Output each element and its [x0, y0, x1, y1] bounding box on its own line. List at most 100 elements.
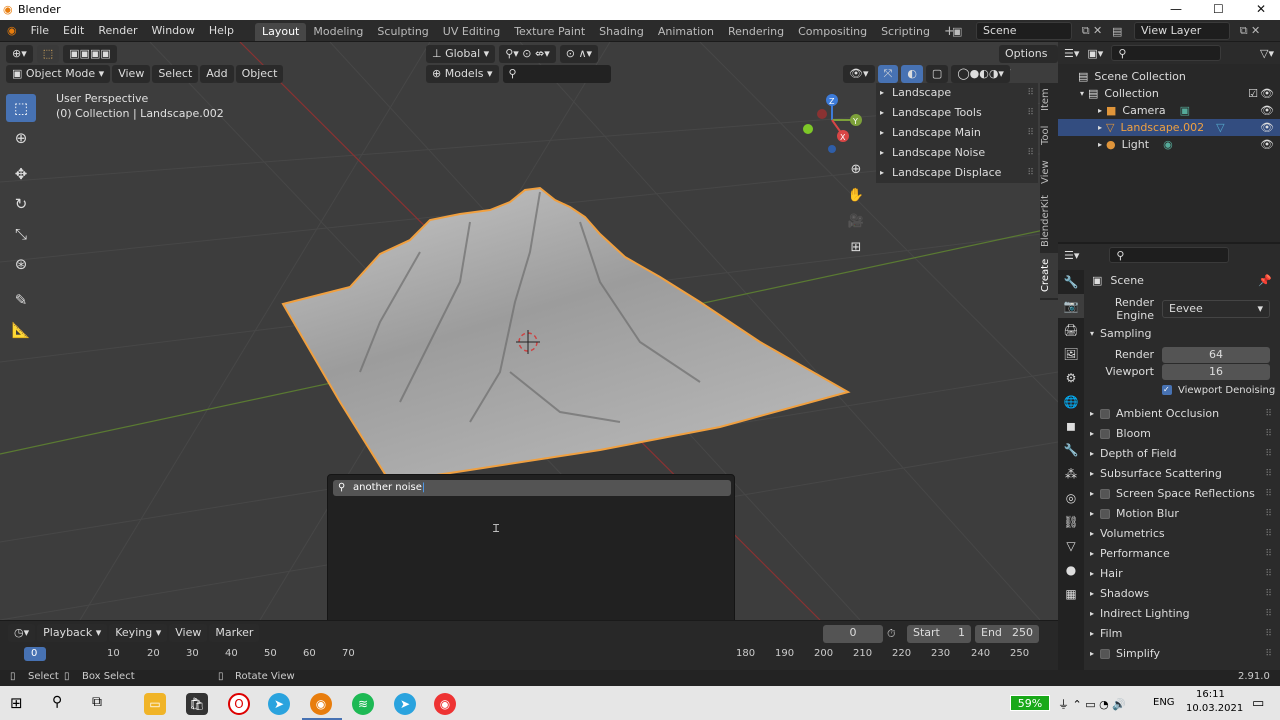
- filter-icon[interactable]: ▽▾: [1260, 47, 1274, 60]
- drag-handle-icon[interactable]: ⠿: [1027, 143, 1034, 163]
- telegram-icon[interactable]: ➤: [268, 693, 290, 715]
- render-props-icon[interactable]: 📷: [1058, 294, 1084, 318]
- blender-menu-icon[interactable]: ◉: [0, 20, 24, 42]
- eye-icon[interactable]: 👁: [1260, 85, 1274, 102]
- scene-copy-icon[interactable]: ⧉ ✕: [1072, 24, 1112, 38]
- store-icon[interactable]: 🛍: [186, 693, 208, 715]
- physics-props-icon[interactable]: ◎: [1058, 486, 1084, 510]
- cursor-tool-icon[interactable]: ⊕: [6, 124, 36, 152]
- drag-handle-icon[interactable]: ⠿: [1027, 123, 1034, 143]
- menu-view[interactable]: View: [112, 65, 151, 83]
- camera-view-icon[interactable]: 🎥: [845, 214, 867, 240]
- section-sampling[interactable]: ▾ Sampling: [1084, 324, 1280, 344]
- end-frame-field[interactable]: End 250: [975, 625, 1039, 643]
- select-mode-icons[interactable]: ▣▣▣▣: [63, 45, 117, 63]
- rotate-tool-icon[interactable]: ↻: [6, 190, 36, 218]
- stopwatch-icon[interactable]: ⏱: [887, 627, 903, 641]
- panel-landscape-noise[interactable]: ▸ Landscape Noise ⠿: [876, 143, 1038, 163]
- drag-handle-icon[interactable]: ⠿: [1265, 644, 1272, 664]
- overlay-toggle-icon[interactable]: ◐: [901, 65, 923, 83]
- marker-menu[interactable]: Marker: [209, 624, 260, 642]
- render-samples-field[interactable]: 64: [1162, 346, 1270, 363]
- blender-taskbar-icon[interactable]: ◉: [310, 693, 332, 715]
- drag-handle-icon[interactable]: ⠿: [1265, 504, 1272, 524]
- drag-handle-icon[interactable]: ⠿: [1265, 604, 1272, 624]
- maximize-icon[interactable]: ☐: [1213, 2, 1224, 16]
- eye-icon[interactable]: 👁: [1260, 136, 1274, 153]
- collapse-arrow-icon[interactable]: ▾: [1080, 85, 1084, 102]
- close-icon[interactable]: ✕: [1256, 2, 1266, 16]
- section-subsurface-scattering[interactable]: ▸ Subsurface Scattering ⠿: [1084, 464, 1280, 484]
- drag-handle-icon[interactable]: ⠿: [1265, 624, 1272, 644]
- xray-icon[interactable]: ▢: [925, 65, 949, 83]
- drag-handle-icon[interactable]: ⠿: [1265, 484, 1272, 504]
- language-indicator[interactable]: ENG: [1153, 697, 1175, 708]
- spotify-icon[interactable]: ≋: [352, 693, 374, 715]
- section-volumetrics[interactable]: ▸ Volumetrics ⠿: [1084, 524, 1280, 544]
- proportional-edit-icon[interactable]: ⊙ ∧▾: [559, 45, 599, 63]
- checkbox-icon[interactable]: [1100, 409, 1111, 419]
- section-depth-of-field[interactable]: ▸ Depth of Field ⠿: [1084, 444, 1280, 464]
- view-layer-icon[interactable]: ▤: [1112, 25, 1134, 38]
- menu-add[interactable]: Add: [200, 65, 234, 83]
- select-box-tool-icon[interactable]: ⬚: [6, 94, 36, 122]
- task-view-icon[interactable]: ⧉: [92, 694, 102, 710]
- section-motion-blur[interactable]: ▸ Motion Blur ⠿: [1084, 504, 1280, 524]
- panel-landscape[interactable]: ▸ Landscape ⠿: [876, 83, 1038, 103]
- navigation-gizmo[interactable]: Z Y X: [803, 94, 862, 153]
- tab-shading[interactable]: Shading: [592, 23, 651, 41]
- select-tool-icon[interactable]: ⬚: [36, 45, 60, 63]
- drag-handle-icon[interactable]: ⠿: [1265, 584, 1272, 604]
- tray-icons[interactable]: ⏚ ⌃ ▭ ◔ 🔊: [1058, 696, 1126, 712]
- models-search-input[interactable]: ⚲: [502, 65, 611, 83]
- checkbox-icon[interactable]: [1100, 429, 1111, 439]
- scale-tool-icon[interactable]: ⤡: [6, 220, 36, 248]
- minimize-icon[interactable]: —: [1170, 2, 1182, 16]
- checkbox-icon[interactable]: [1100, 489, 1111, 499]
- outliner-collection[interactable]: ▾ ▤ Collection ☑ 👁: [1058, 85, 1280, 102]
- texture-props-icon[interactable]: ▦: [1058, 582, 1084, 606]
- section-simplify[interactable]: ▸ Simplify ⠿: [1084, 644, 1280, 664]
- tab-texture-paint[interactable]: Texture Paint: [507, 23, 592, 41]
- object-props-icon[interactable]: ◼: [1058, 414, 1084, 438]
- outliner-search-input[interactable]: ⚲: [1111, 45, 1222, 61]
- tab-sculpting[interactable]: Sculpting: [370, 23, 435, 41]
- clock-time[interactable]: 16:11: [1196, 689, 1225, 700]
- expand-arrow-icon[interactable]: ▸: [1098, 102, 1102, 119]
- section-performance[interactable]: ▸ Performance ⠿: [1084, 544, 1280, 564]
- section-shadows[interactable]: ▸ Shadows ⠿: [1084, 584, 1280, 604]
- section-indirect-lighting[interactable]: ▸ Indirect Lighting ⠿: [1084, 604, 1280, 624]
- ortho-grid-icon[interactable]: ⊞: [845, 240, 867, 266]
- outliner-scene-collection[interactable]: ▤ Scene Collection: [1058, 68, 1280, 85]
- shading-modes-icon[interactable]: ◯●◐◑▾: [951, 65, 1010, 83]
- outliner-item-landscape[interactable]: ▸ ▽ Landscape.002 ▽ 👁: [1058, 119, 1280, 136]
- menu-render[interactable]: Render: [91, 20, 144, 42]
- zoom-icon[interactable]: ⊕: [845, 162, 867, 188]
- panel-landscape-tools[interactable]: ▸ Landscape Tools ⠿: [876, 103, 1038, 123]
- visibility-icon[interactable]: 👁▾: [843, 65, 875, 83]
- tab-modeling[interactable]: Modeling: [306, 23, 370, 41]
- measure-tool-icon[interactable]: 📐: [6, 316, 36, 344]
- drag-handle-icon[interactable]: ⠿: [1265, 564, 1272, 584]
- drag-handle-icon[interactable]: ⠿: [1027, 83, 1034, 103]
- menu-object[interactable]: Object: [235, 65, 284, 83]
- outliner-item-light[interactable]: ▸ ● Light ◉ 👁: [1058, 136, 1280, 153]
- drag-handle-icon[interactable]: ⠿: [1027, 163, 1034, 183]
- opera-icon[interactable]: O: [228, 693, 250, 715]
- panel-landscape-displace[interactable]: ▸ Landscape Displace ⠿: [876, 163, 1038, 183]
- tab-tool[interactable]: Tool: [1040, 117, 1058, 153]
- tab-item[interactable]: Item: [1040, 83, 1058, 117]
- tab-animation[interactable]: Animation: [651, 23, 721, 41]
- section-bloom[interactable]: ▸ Bloom ⠿: [1084, 424, 1280, 444]
- tab-rendering[interactable]: Rendering: [721, 23, 791, 41]
- drag-handle-icon[interactable]: ⠿: [1265, 524, 1272, 544]
- start-frame-field[interactable]: Start 1: [907, 625, 971, 643]
- checkbox-checked-icon[interactable]: ✓: [1162, 385, 1172, 395]
- scene-field[interactable]: Scene: [976, 22, 1072, 40]
- outliner-item-camera[interactable]: ▸ ■ Camera ▣ 👁: [1058, 102, 1280, 119]
- drag-handle-icon[interactable]: ⠿: [1265, 404, 1272, 424]
- options-button[interactable]: Options ▾: [999, 45, 1058, 78]
- section-screen-space-reflections[interactable]: ▸ Screen Space Reflections ⠿: [1084, 484, 1280, 504]
- view-layer-field[interactable]: View Layer: [1134, 22, 1230, 40]
- current-frame-field[interactable]: 0: [823, 625, 883, 643]
